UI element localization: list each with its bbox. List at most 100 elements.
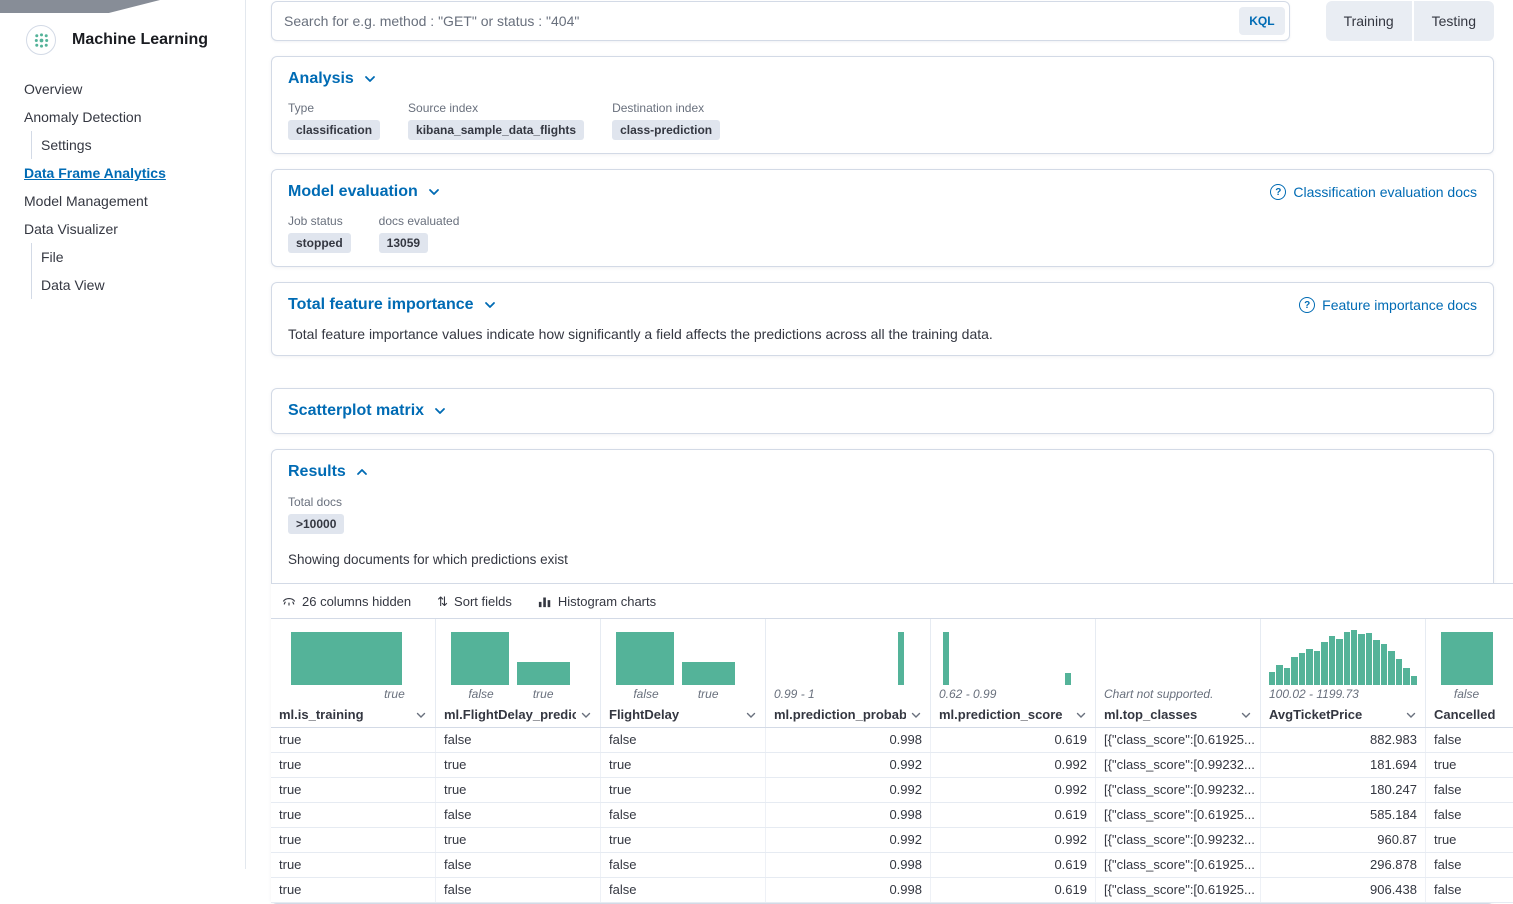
classification-evaluation-docs-link[interactable]: ? Classification evaluation docs — [1270, 184, 1477, 200]
sidebar-item-data-view[interactable]: Data View — [31, 271, 245, 299]
column-header-button[interactable]: ml.FlightDelay_prediction — [436, 702, 600, 727]
histogram-caption: 0.99 - 1 — [774, 685, 922, 702]
grid-cell[interactable]: true — [601, 778, 766, 802]
histogram-bar — [1441, 632, 1493, 685]
grid-cell[interactable]: 0.998 — [766, 853, 931, 877]
ml-logo-icon[interactable] — [26, 25, 56, 55]
scatterplot-collapse-toggle[interactable]: Scatterplot matrix — [288, 402, 448, 420]
grid-cell[interactable]: false — [601, 803, 766, 827]
grid-cell[interactable]: 0.998 — [766, 878, 931, 902]
grid-cell[interactable]: false — [436, 853, 601, 877]
testing-button[interactable]: Testing — [1414, 1, 1494, 41]
chevron-down-icon — [580, 709, 592, 721]
grid-cell[interactable]: false — [436, 728, 601, 752]
feature-importance-docs-link[interactable]: ? Feature importance docs — [1299, 297, 1477, 313]
analysis-collapse-toggle[interactable]: Analysis — [288, 70, 378, 88]
grid-cell[interactable]: false — [436, 803, 601, 827]
grid-cell[interactable]: true — [436, 778, 601, 802]
sidebar-item-model-management[interactable]: Model Management — [0, 187, 245, 215]
grid-cell[interactable]: false — [1426, 803, 1513, 827]
grid-column-Cancelled: falseCancelled — [1426, 619, 1513, 727]
sidebar-item-data-visualizer[interactable]: Data Visualizer — [0, 215, 245, 243]
grid-cell[interactable]: 0.992 — [766, 753, 931, 777]
grid-cell[interactable]: false — [436, 878, 601, 902]
grid-cell[interactable]: 906.438 — [1261, 878, 1426, 902]
grid-cell[interactable]: [{"class_score":[0.61925... — [1096, 803, 1261, 827]
table-row: truetruetrue0.9920.992[{"class_score":[0… — [271, 778, 1513, 803]
grid-cell[interactable]: false — [1426, 778, 1513, 802]
grid-cell[interactable]: true — [271, 878, 436, 902]
grid-cell[interactable]: 882.983 — [1261, 728, 1426, 752]
results-collapse-toggle[interactable]: Results — [288, 463, 370, 481]
grid-cell[interactable]: false — [1426, 728, 1513, 752]
grid-cell[interactable]: true — [601, 753, 766, 777]
sort-fields-button[interactable]: ⇅ Sort fields — [437, 594, 512, 609]
search-input[interactable] — [271, 1, 1290, 41]
grid-cell[interactable]: 0.992 — [766, 828, 931, 852]
grid-cell[interactable]: 0.992 — [931, 753, 1096, 777]
columns-hidden-button[interactable]: 26 columns hidden — [282, 594, 411, 609]
sidebar-item-settings[interactable]: Settings — [31, 131, 245, 159]
grid-cell[interactable]: true — [271, 803, 436, 827]
column-header-button[interactable]: ml.is_training — [271, 702, 435, 727]
grid-cell[interactable]: [{"class_score":[0.61925... — [1096, 853, 1261, 877]
grid-cell[interactable]: false — [601, 878, 766, 902]
grid-cell[interactable]: true — [1426, 753, 1513, 777]
column-header-button[interactable]: ml.top_classes — [1096, 702, 1260, 727]
grid-cell[interactable]: 0.992 — [931, 778, 1096, 802]
grid-cell[interactable]: 0.992 — [931, 828, 1096, 852]
grid-cell[interactable]: true — [1426, 828, 1513, 852]
grid-cell[interactable]: true — [271, 828, 436, 852]
grid-cell[interactable]: 0.619 — [931, 803, 1096, 827]
grid-cell[interactable]: 0.619 — [931, 853, 1096, 877]
column-header-button[interactable]: Cancelled — [1426, 702, 1513, 727]
grid-cell[interactable]: 585.184 — [1261, 803, 1426, 827]
column-header-button[interactable]: ml.prediction_probability — [766, 702, 930, 727]
grid-cell[interactable]: true — [271, 728, 436, 752]
model-evaluation-collapse-toggle[interactable]: Model evaluation — [288, 183, 442, 201]
grid-cell[interactable]: [{"class_score":[0.99232... — [1096, 828, 1261, 852]
sidebar-item-file[interactable]: File — [31, 243, 245, 271]
grid-cell[interactable]: true — [271, 753, 436, 777]
grid-cell[interactable]: [{"class_score":[0.61925... — [1096, 878, 1261, 902]
column-header-button[interactable]: ml.prediction_score — [931, 702, 1095, 727]
grid-cell[interactable]: true — [271, 778, 436, 802]
grid-cell[interactable]: 0.998 — [766, 803, 931, 827]
grid-column-ml.is_training: trueml.is_training — [271, 619, 436, 727]
grid-cell[interactable]: true — [436, 828, 601, 852]
histogram-bar — [943, 632, 949, 685]
grid-cell[interactable]: 960.87 — [1261, 828, 1426, 852]
grid-cell[interactable]: 0.992 — [766, 778, 931, 802]
table-row: truefalsefalse0.9980.619[{"class_score":… — [271, 853, 1513, 878]
feature-importance-collapse-toggle[interactable]: Total feature importance — [288, 296, 498, 314]
grid-cell[interactable]: false — [601, 728, 766, 752]
training-button[interactable]: Training — [1326, 1, 1412, 41]
grid-cell[interactable]: false — [1426, 853, 1513, 877]
grid-cell[interactable]: 0.619 — [931, 728, 1096, 752]
grid-column-FlightDelay: falsetrueFlightDelay — [601, 619, 766, 727]
sort-fields-label: Sort fields — [454, 594, 512, 609]
field-value-badge: 13059 — [379, 233, 428, 253]
grid-cell[interactable]: 296.878 — [1261, 853, 1426, 877]
histogram-bar — [1314, 651, 1320, 685]
grid-cell[interactable]: true — [271, 853, 436, 877]
grid-cell[interactable]: [{"class_score":[0.99232... — [1096, 778, 1261, 802]
grid-cell[interactable]: false — [1426, 878, 1513, 902]
histogram-charts-button[interactable]: Histogram charts — [538, 594, 656, 609]
sidebar-item-data-frame-analytics[interactable]: Data Frame Analytics — [0, 159, 245, 187]
grid-cell[interactable]: [{"class_score":[0.61925... — [1096, 728, 1261, 752]
sidebar-item-anomaly-detection[interactable]: Anomaly Detection — [0, 103, 245, 131]
grid-cell[interactable]: false — [601, 853, 766, 877]
grid-cell[interactable]: true — [601, 828, 766, 852]
grid-cell[interactable]: 0.998 — [766, 728, 931, 752]
grid-cell[interactable]: 180.247 — [1261, 778, 1426, 802]
grid-cell[interactable]: [{"class_score":[0.99232... — [1096, 753, 1261, 777]
column-name: ml.is_training — [279, 707, 364, 722]
sidebar-item-overview[interactable]: Overview — [0, 75, 245, 103]
column-header-button[interactable]: AvgTicketPrice — [1261, 702, 1425, 727]
column-header-button[interactable]: FlightDelay — [601, 702, 765, 727]
grid-cell[interactable]: true — [436, 753, 601, 777]
grid-cell[interactable]: 181.694 — [1261, 753, 1426, 777]
kql-button[interactable]: KQL — [1239, 7, 1284, 35]
grid-cell[interactable]: 0.619 — [931, 878, 1096, 902]
